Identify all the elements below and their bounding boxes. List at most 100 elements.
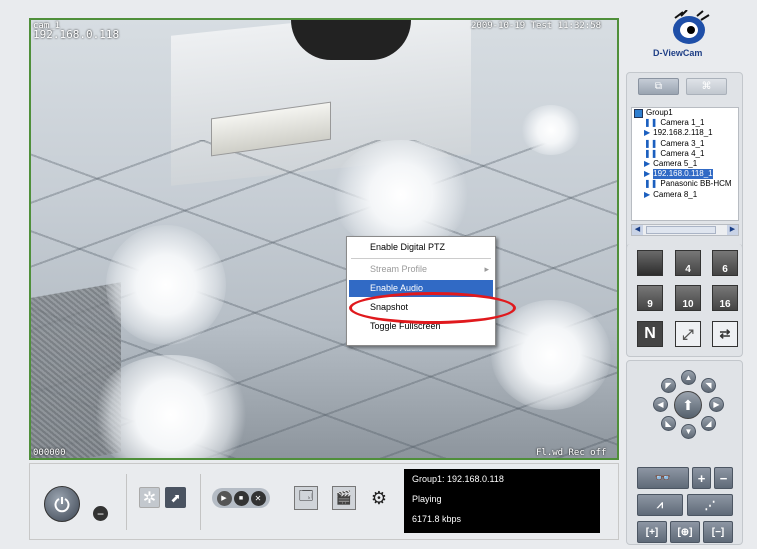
center-target-button[interactable]: [⊕]: [670, 521, 700, 543]
highlight-ellipse: [349, 292, 516, 324]
patrol-icon: ⋰: [704, 499, 716, 512]
layout-1-button[interactable]: [637, 250, 663, 276]
layout-9-button[interactable]: 9: [637, 285, 663, 311]
snapshot-button[interactable]: ⬈: [165, 487, 186, 508]
tree-camera[interactable]: ❚❚ Camera 3_1: [632, 139, 738, 149]
binoculars-icon: 👓: [654, 470, 672, 485]
layout-6-button[interactable]: 6: [712, 250, 738, 276]
pause-icon: ❚❚: [644, 148, 658, 158]
divider: [200, 474, 201, 530]
tree-camera[interactable]: ❚❚ Panasonic BB-HCM: [632, 179, 738, 189]
play-icon: ▶: [644, 128, 651, 138]
layout-16-button[interactable]: 16: [712, 285, 738, 311]
scroll-right-icon[interactable]: ▶: [727, 225, 738, 235]
area-minus-icon: [−]: [711, 526, 725, 538]
layout-panel: 4 6 9 10 16 N ⤢ ⇄: [626, 244, 743, 357]
area-plus-icon: [+]: [645, 526, 659, 538]
downright-icon: ◢: [705, 419, 712, 428]
tree-camera-selected[interactable]: ▶ 192.168.0.118_1: [632, 169, 738, 180]
swap-icon: ⇄: [719, 326, 731, 341]
ptz-home-button[interactable]: ⬆: [674, 391, 702, 419]
overlay-time: 2009-10-19 Test 11:32:58: [471, 21, 602, 31]
map-icon: ⌘: [701, 81, 712, 92]
camera-label: Camera 1_1: [660, 118, 705, 128]
preset-path-button[interactable]: ⩘: [637, 494, 683, 516]
view-list-button[interactable]: ⧉: [638, 78, 679, 95]
camera-arrow-icon: ⬈: [170, 490, 181, 505]
stop-icon[interactable]: ■: [233, 490, 249, 506]
play-icon[interactable]: ▶: [216, 490, 232, 506]
ptz-upright-button[interactable]: ◥: [701, 378, 716, 393]
menu-stream-profile[interactable]: Stream Profile ▸: [349, 261, 493, 278]
scroll-thumb[interactable]: [646, 226, 716, 234]
path-icon: ⩘: [656, 498, 664, 511]
brand-name: D-ViewCam: [653, 48, 703, 58]
tree-camera[interactable]: ▶ Camera 8_1: [632, 190, 738, 200]
scroll-left-icon[interactable]: ◀: [632, 225, 643, 235]
up-icon: ▲: [684, 373, 693, 382]
overlay-bottom-left: 000000: [33, 448, 66, 458]
tree-scrollbar[interactable]: ◀ ▶: [631, 224, 739, 236]
focus-button[interactable]: 👓: [637, 467, 689, 489]
ptz-up-button[interactable]: ▲: [681, 370, 696, 385]
light-spot: [491, 300, 611, 410]
submenu-arrow-icon: ▸: [484, 264, 489, 274]
camera-label: Camera 5_1: [653, 158, 698, 168]
ptz-downright-button[interactable]: ◢: [701, 416, 716, 431]
minus-icon: −: [719, 470, 728, 486]
tree-camera[interactable]: ▶ Camera 5_1: [632, 159, 738, 169]
layout-10-button[interactable]: 10: [675, 285, 701, 311]
view-map-button[interactable]: ⌘: [686, 78, 727, 95]
play-icon: ▶: [644, 158, 651, 168]
group-label: Group1: [646, 108, 673, 117]
ptz-upleft-button[interactable]: ◤: [661, 378, 676, 393]
light-spot: [521, 105, 581, 155]
recording-button[interactable]: 🎬: [332, 486, 356, 510]
context-menu: Enable Digital PTZ Stream Profile ▸ Enabl…: [346, 236, 496, 346]
dviewcam-logo: D-ViewCam: [653, 9, 717, 58]
zoom-in-button[interactable]: +: [692, 467, 711, 489]
light-spot: [106, 225, 226, 345]
status-state: Playing: [412, 494, 442, 504]
camera-label: Panasonic BB-HCM: [660, 179, 732, 189]
close-icon[interactable]: ✕: [250, 490, 266, 506]
zoom-out-button[interactable]: −: [714, 467, 733, 489]
tree-camera[interactable]: ❚❚ Camera 4_1: [632, 149, 738, 159]
tree-group[interactable]: Group1: [632, 108, 738, 118]
ptz-left-button[interactable]: ◀: [653, 397, 668, 412]
tree-camera[interactable]: ▶ 192.168.2.118_1: [632, 128, 738, 138]
app-window: cam_1 192.168.0.118 2009-10-19 Test 11:3…: [0, 0, 757, 549]
layout-n-button[interactable]: N: [637, 321, 663, 347]
gear-small-icon: ✲: [142, 489, 157, 507]
tree-camera[interactable]: ❚❚ Camera 1_1: [632, 118, 738, 128]
ptz-down-button[interactable]: ▼: [681, 424, 696, 439]
play-icon: ▶: [644, 189, 651, 199]
settings-disabled-button[interactable]: ✲: [139, 487, 160, 508]
status-panel: Group1: 192.168.0.118 Playing 6171.8 kbp…: [404, 469, 600, 533]
power-button[interactable]: [44, 486, 80, 522]
gear-icon: ⚙: [370, 487, 388, 508]
camera-label: Camera 3_1: [660, 138, 705, 148]
status-group-ip: Group1: 192.168.0.118: [412, 474, 504, 484]
light-spot: [331, 140, 471, 250]
monitor-icon: ⧉: [654, 81, 663, 92]
layout-4-button[interactable]: 4: [675, 250, 701, 276]
zoom-area-in-button[interactable]: [+]: [637, 521, 667, 543]
playback-button[interactable]: 🗔: [294, 486, 318, 510]
playback-icon: 🗔: [298, 488, 314, 503]
settings-button[interactable]: ⚙: [368, 486, 390, 510]
video-view[interactable]: cam_1 192.168.0.118 2009-10-19 Test 11:3…: [29, 18, 619, 460]
pause-icon: ❚❚: [644, 179, 658, 189]
camera-label: 192.168.2.118_1: [653, 128, 713, 138]
menu-enable-digital-ptz[interactable]: Enable Digital PTZ: [349, 239, 493, 256]
ptz-right-button[interactable]: ▶: [709, 397, 724, 412]
side-panel: D-ViewCam ⧉ ⌘ Group1 ❚❚ Camera 1_1 ▶ 192.1…: [624, 9, 749, 545]
minimize-button[interactable]: −: [93, 506, 108, 521]
cycle-button[interactable]: ⇄: [712, 321, 738, 347]
zoom-area-out-button[interactable]: [−]: [703, 521, 733, 543]
fullscreen-button[interactable]: ⤢: [675, 321, 701, 347]
patrol-button[interactable]: ⋰: [687, 494, 733, 516]
downleft-icon: ◣: [665, 419, 672, 428]
camera-list-panel: ⧉ ⌘ Group1 ❚❚ Camera 1_1 ▶ 192.168.2.118_1…: [626, 72, 743, 254]
ptz-downleft-button[interactable]: ◣: [661, 416, 676, 431]
